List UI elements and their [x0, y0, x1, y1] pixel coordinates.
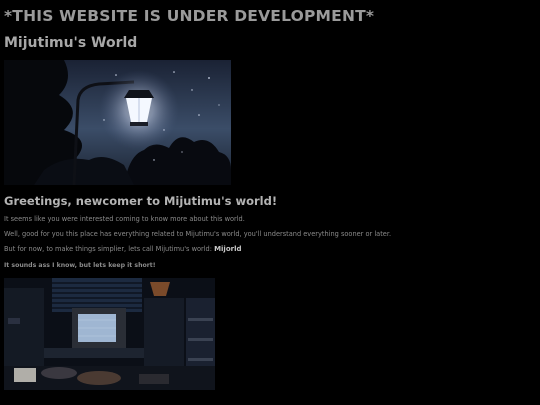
intro-paragraph-2: Well, good for you this place has everyt…	[4, 230, 392, 238]
under-development-banner: *THIS WEBSITE IS UNDER DEVELOPMENT*	[4, 7, 375, 25]
intro-paragraph-3: But for now, to make things simplier, le…	[4, 245, 242, 253]
intro-paragraph-1: It seems like you were interested coming…	[4, 215, 245, 223]
intro-paragraph-3-text: But for now, to make things simplier, le…	[4, 245, 215, 253]
site-title: Mijutimu's World	[4, 35, 138, 51]
street-lamp-night-image	[4, 60, 231, 185]
dark-room-tv-image	[4, 278, 215, 390]
short-note: It sounds ass I know, but lets keep it s…	[4, 262, 156, 269]
greeting-heading: Greetings, newcomer to Mijutimu's world!	[4, 194, 278, 208]
mijorld-highlight: Mijorld	[214, 245, 242, 253]
